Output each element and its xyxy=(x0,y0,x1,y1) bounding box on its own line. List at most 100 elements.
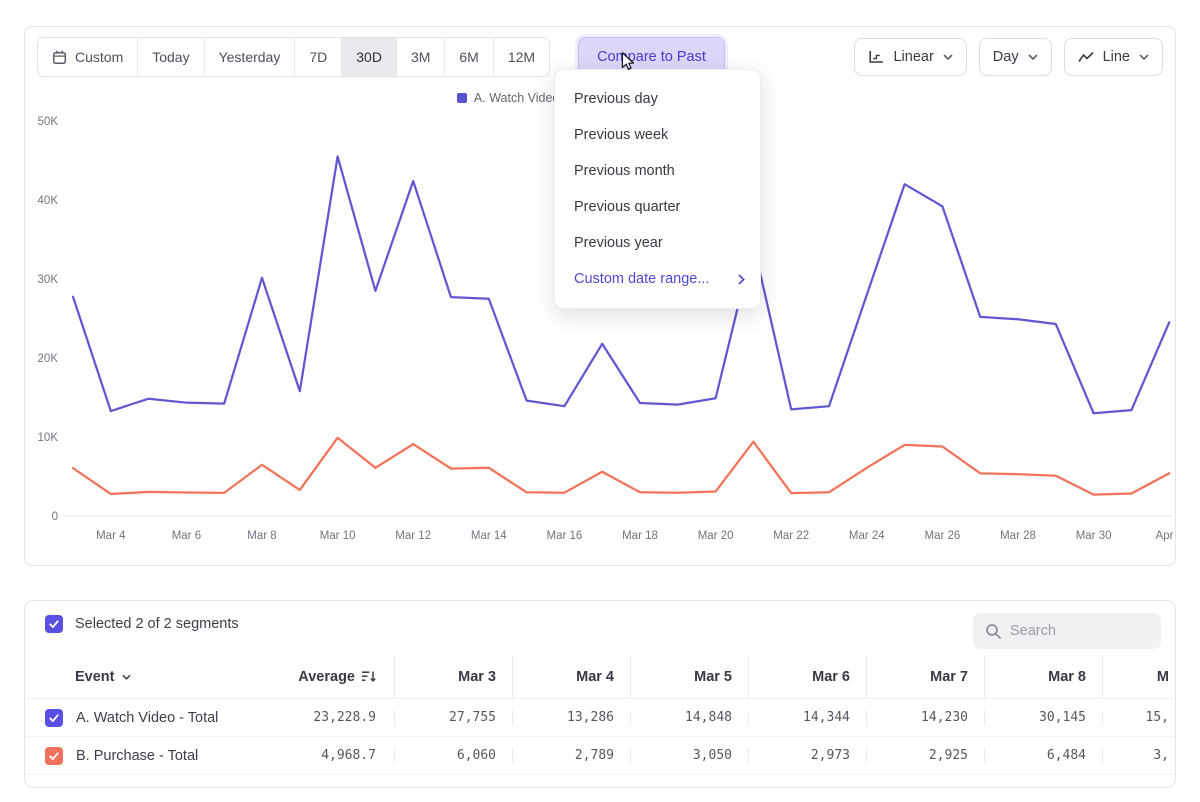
y-axis-label: 10K xyxy=(38,432,59,444)
y-axis-label: 40K xyxy=(38,195,59,207)
x-axis-label: Apr 1 xyxy=(1155,530,1175,542)
row-label-cell: B. Purchase - Total xyxy=(25,747,265,765)
segments-table: Event Average Mar 3Mar 4Mar 5Mar 6Mar 7M… xyxy=(25,655,1175,775)
row-checkbox[interactable] xyxy=(45,747,63,765)
event-header-label: Event xyxy=(75,669,115,685)
chart-type-dropdown-label: Line xyxy=(1103,49,1130,65)
line-chart-icon xyxy=(1078,51,1094,63)
x-axis-label: Mar 6 xyxy=(172,530,201,542)
x-axis-label: Mar 24 xyxy=(849,530,885,542)
search-icon xyxy=(985,623,1002,640)
table-row: B. Purchase - Total 4,968.76,0602,7893,05… xyxy=(25,737,1175,775)
column-header-average[interactable]: Average xyxy=(265,655,395,699)
x-axis-label: Mar 28 xyxy=(1000,530,1036,542)
x-axis-label: Mar 26 xyxy=(925,530,961,542)
compare-menu-item-3[interactable]: Previous quarter xyxy=(555,189,760,225)
search-box[interactable] xyxy=(973,613,1161,649)
x-axis-label: Mar 18 xyxy=(622,530,658,542)
chart-card: Custom TodayYesterday7D30D3M6M12M Compar… xyxy=(24,26,1176,566)
chart-type-dropdown[interactable]: Line xyxy=(1064,38,1163,76)
row-label-cell: A. Watch Video - Total xyxy=(25,709,265,727)
x-axis-label: Mar 10 xyxy=(320,530,356,542)
cell-value: 6,060 xyxy=(395,748,513,763)
legend-swatch-icon xyxy=(457,93,467,103)
range-button-yesterday[interactable]: Yesterday xyxy=(205,38,296,76)
average-header-label: Average xyxy=(298,669,355,685)
interval-dropdown[interactable]: Day xyxy=(979,38,1052,76)
custom-date-button[interactable]: Custom xyxy=(38,38,138,76)
y-axis-label: 0 xyxy=(52,511,58,523)
cell-value: 2,925 xyxy=(867,748,985,763)
column-header-mar-6[interactable]: Mar 6 xyxy=(749,655,867,699)
cell-value: 2,789 xyxy=(513,748,631,763)
column-header-mar-3[interactable]: Mar 3 xyxy=(395,655,513,699)
compare-menu-item-1[interactable]: Previous week xyxy=(555,117,760,153)
chart-controls-group: Linear Day Line xyxy=(854,38,1163,76)
selected-segments-text: Selected 2 of 2 segments xyxy=(75,616,239,632)
range-button-30d[interactable]: 30D xyxy=(342,38,397,76)
column-header-event[interactable]: Event xyxy=(25,669,265,685)
range-button-7d[interactable]: 7D xyxy=(295,38,342,76)
series-line-1[interactable] xyxy=(73,438,1169,495)
row-label: B. Purchase - Total xyxy=(76,748,198,764)
range-button-6m[interactable]: 6M xyxy=(445,38,493,76)
cell-value: 13,286 xyxy=(513,710,631,725)
compare-menu-item-2[interactable]: Previous month xyxy=(555,153,760,189)
interval-dropdown-label: Day xyxy=(993,49,1019,65)
linear-axis-icon xyxy=(868,50,884,64)
table-header-row: Event Average Mar 3Mar 4Mar 5Mar 6Mar 7M… xyxy=(25,655,1175,699)
cell-value: 23,228.9 xyxy=(265,710,395,725)
compare-menu-item-4[interactable]: Previous year xyxy=(555,225,760,261)
segments-card: Selected 2 of 2 segments Event Average xyxy=(24,600,1176,788)
cursor-icon xyxy=(616,50,638,72)
cell-value: 3,050 xyxy=(631,748,749,763)
column-header-mar-7[interactable]: Mar 7 xyxy=(867,655,985,699)
custom-date-label: Custom xyxy=(75,49,123,65)
row-checkbox[interactable] xyxy=(45,709,63,727)
compare-menu-item-custom-range[interactable]: Custom date range... xyxy=(555,261,760,297)
cell-value: 14,848 xyxy=(631,710,749,725)
segments-header: Selected 2 of 2 segments xyxy=(45,615,239,633)
compare-menu-list: Previous dayPrevious weekPrevious monthP… xyxy=(555,81,760,261)
x-axis-label: Mar 14 xyxy=(471,530,507,542)
cell-value: 2,973 xyxy=(749,748,867,763)
chevron-right-icon xyxy=(738,274,745,285)
x-axis-label: Mar 20 xyxy=(698,530,734,542)
column-header-mar-4[interactable]: Mar 4 xyxy=(513,655,631,699)
y-axis-label: 50K xyxy=(38,116,59,128)
custom-range-label: Custom date range... xyxy=(574,271,709,287)
range-button-12m[interactable]: 12M xyxy=(494,38,549,76)
search-input[interactable] xyxy=(1010,623,1149,639)
y-axis-label: 30K xyxy=(38,274,59,286)
scale-dropdown[interactable]: Linear xyxy=(854,38,966,76)
x-axis-label: Mar 22 xyxy=(773,530,809,542)
cell-value: 30,145 xyxy=(985,710,1103,725)
select-all-checkbox[interactable] xyxy=(45,615,63,633)
date-range-group: Custom TodayYesterday7D30D3M6M12M xyxy=(37,37,550,77)
x-axis-label: Mar 12 xyxy=(395,530,431,542)
cell-value: 27,755 xyxy=(395,710,513,725)
cell-value: 6,484 xyxy=(985,748,1103,763)
column-header-mar-8[interactable]: Mar 8 xyxy=(985,655,1103,699)
cell-value: 4,968.7 xyxy=(265,748,395,763)
column-header-m[interactable]: M xyxy=(1103,655,1176,699)
x-axis-label: Mar 8 xyxy=(247,530,276,542)
chevron-down-icon xyxy=(943,54,953,60)
x-axis-label: Mar 16 xyxy=(547,530,583,542)
compare-menu: Previous dayPrevious weekPrevious monthP… xyxy=(554,69,761,309)
range-button-3m[interactable]: 3M xyxy=(397,38,445,76)
range-button-today[interactable]: Today xyxy=(138,38,204,76)
check-icon xyxy=(48,618,60,630)
check-icon xyxy=(48,750,60,762)
chevron-down-icon xyxy=(1139,54,1149,60)
row-label: A. Watch Video - Total xyxy=(76,710,218,726)
compare-menu-item-0[interactable]: Previous day xyxy=(555,81,760,117)
cell-value: 14,344 xyxy=(749,710,867,725)
y-axis-label: 20K xyxy=(38,353,59,365)
x-axis-label: Mar 30 xyxy=(1076,530,1112,542)
column-header-mar-5[interactable]: Mar 5 xyxy=(631,655,749,699)
table-body: A. Watch Video - Total 23,228.927,75513,2… xyxy=(25,699,1175,775)
calendar-icon xyxy=(52,50,67,65)
cell-value: 15, xyxy=(1103,710,1176,725)
scale-dropdown-label: Linear xyxy=(893,49,933,65)
